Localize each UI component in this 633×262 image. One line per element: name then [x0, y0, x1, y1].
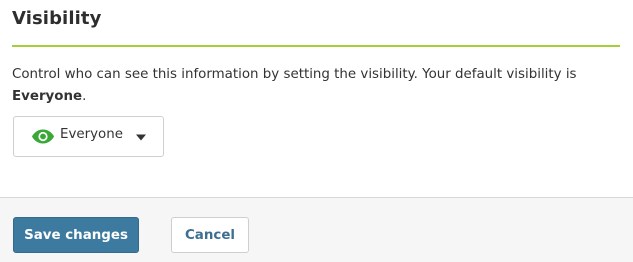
visibility-panel: Visibility Control who can see this info…: [0, 0, 633, 198]
cancel-button[interactable]: Cancel: [171, 217, 249, 253]
description-text: Control who can see this information by …: [12, 67, 577, 82]
default-visibility-value: Everyone: [12, 89, 83, 104]
chevron-down-icon: [136, 134, 146, 141]
form-footer: Save changes Cancel: [0, 197, 633, 262]
title-divider: [12, 45, 620, 47]
visibility-description: Control who can see this information by …: [12, 64, 624, 108]
description-period: .: [82, 89, 87, 104]
visibility-dropdown[interactable]: Everyone: [13, 116, 164, 157]
section-title: Visibility: [12, 8, 102, 29]
visibility-selected-label: Everyone: [60, 127, 123, 142]
eye-icon: [32, 129, 54, 144]
save-changes-button[interactable]: Save changes: [13, 217, 139, 253]
